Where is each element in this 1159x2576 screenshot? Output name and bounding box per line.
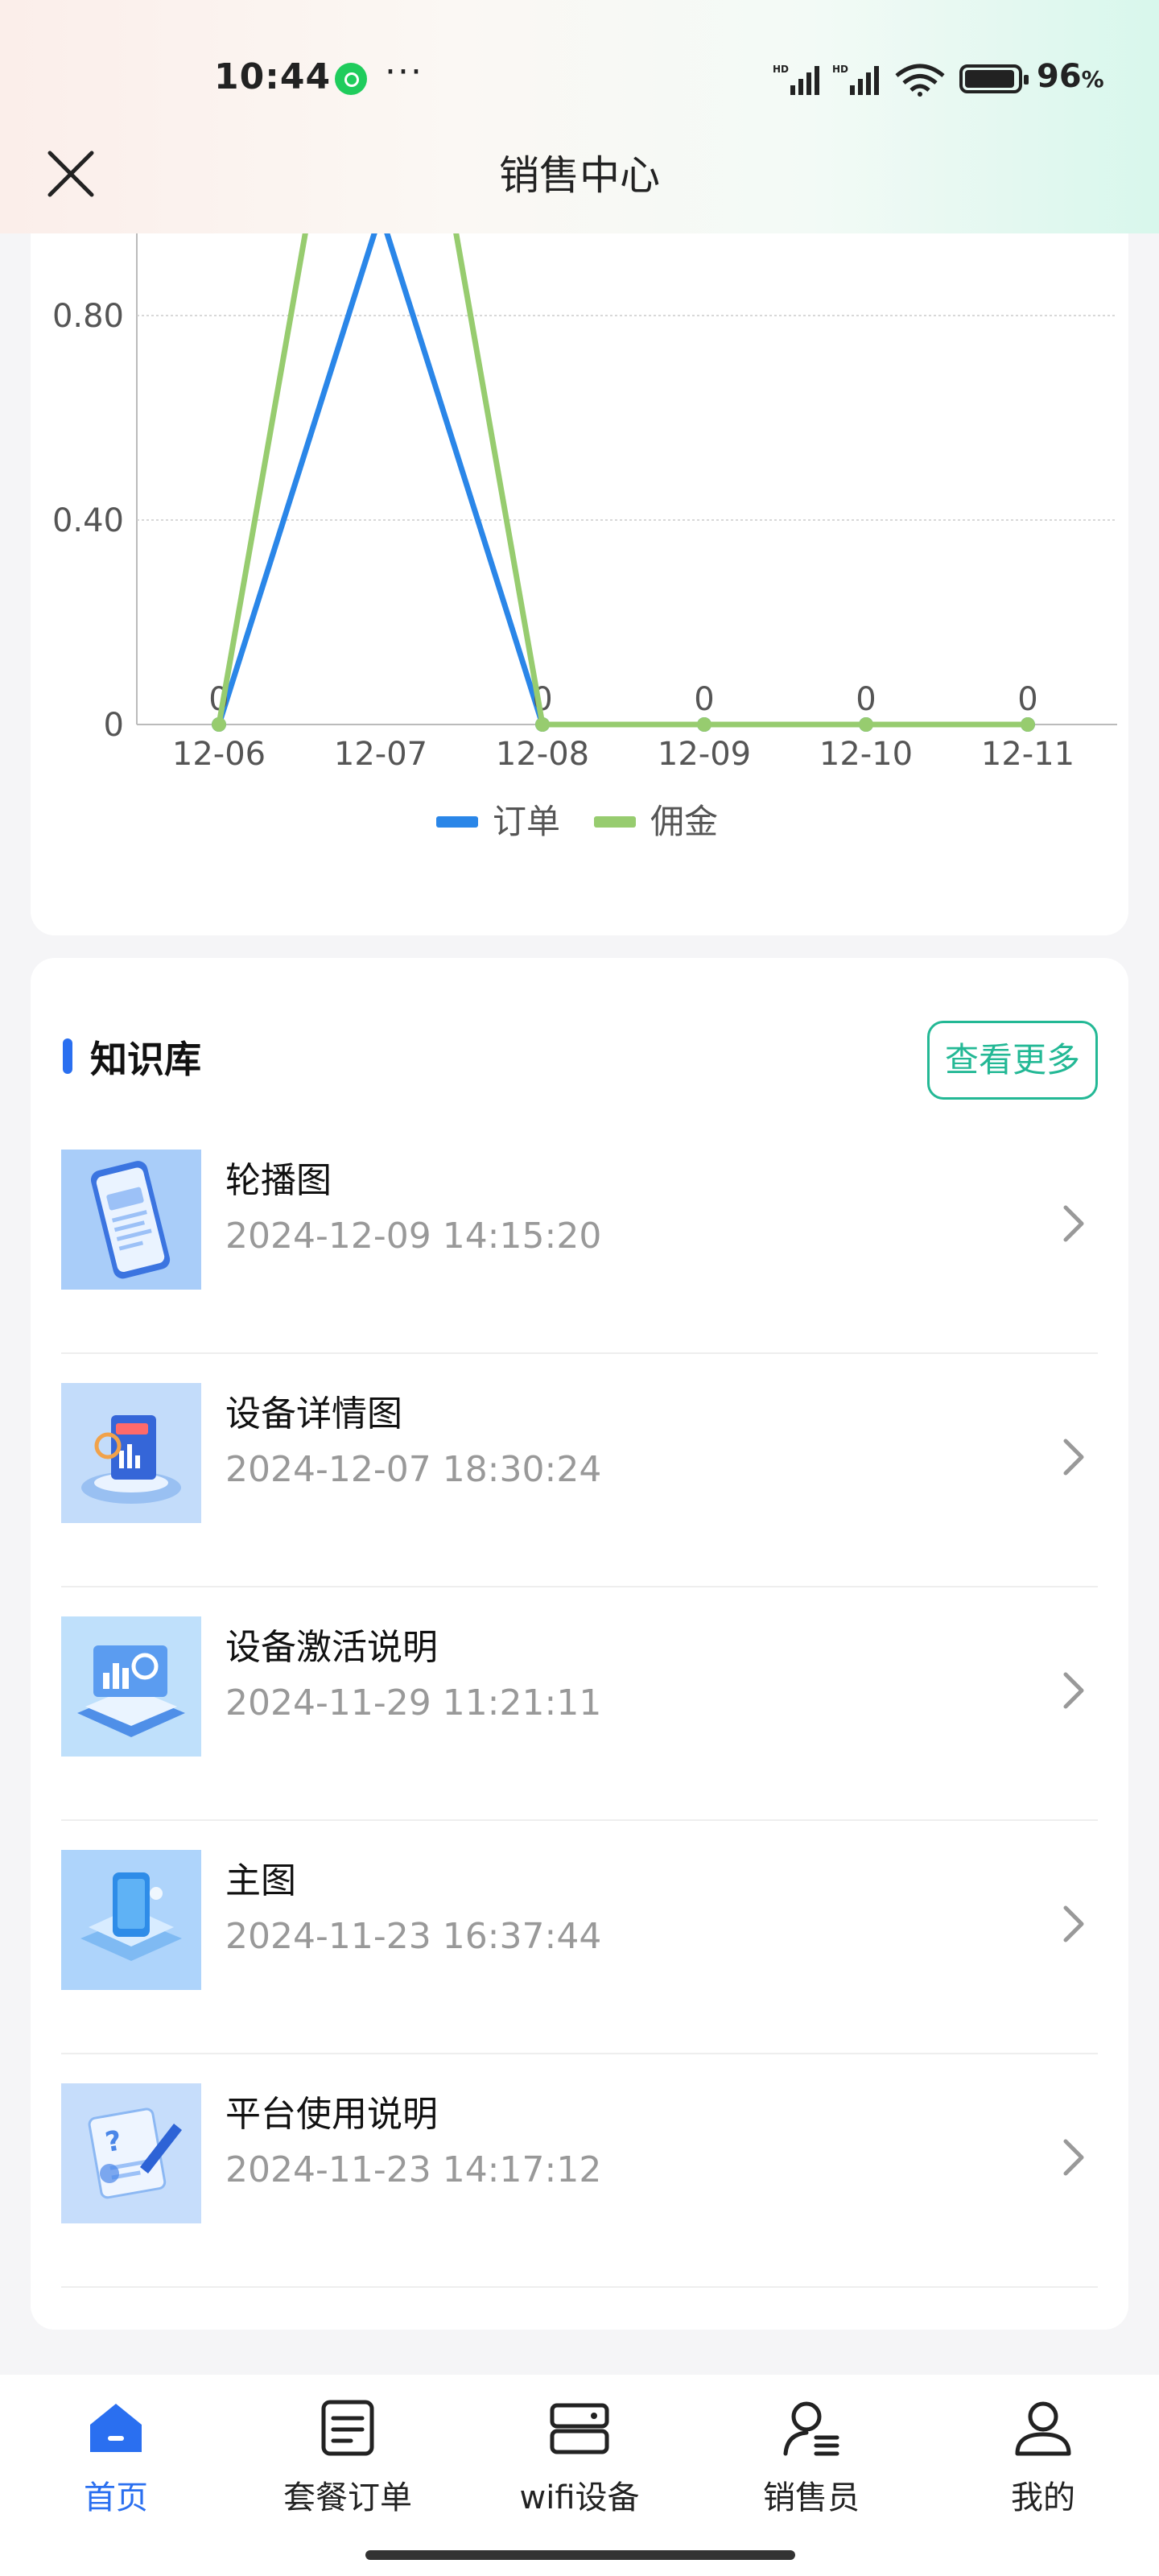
knowledge-item[interactable]: 设备激活说明 2024-11-29 11:21:11 <box>61 1586 1098 1821</box>
legend-label: 订单 <box>493 802 560 841</box>
signal-icon: HD <box>832 64 879 95</box>
bottom-tab-bar: 首页 套餐订单 wifi设备 销售员 我的 <box>0 2375 1159 2576</box>
series-line <box>216 233 1028 728</box>
tab-label: 套餐订单 <box>283 2479 412 2516</box>
tab-home[interactable]: 首页 <box>0 2375 232 2520</box>
signal-icon: HD <box>773 64 819 95</box>
data-point <box>535 717 550 732</box>
knowledge-base-card: 知识库 查看更多 轮播图 2024-12-09 14:15:20 设备详情图 2… <box>31 958 1128 2330</box>
device-new-icon <box>61 1383 201 1523</box>
tab-label: 我的 <box>1011 2479 1075 2516</box>
phone-document-icon <box>61 1150 201 1290</box>
tab-salesperson[interactable]: 销售员 <box>695 2375 927 2520</box>
tab-label: 销售员 <box>763 2479 860 2516</box>
data-label: 0 <box>694 681 714 718</box>
item-title: 设备激活说明 <box>225 1627 438 1668</box>
item-title: 轮播图 <box>225 1160 332 1201</box>
section-title: 知识库 <box>90 1038 201 1081</box>
stats-chart-card: 00.400.801.201.6012-0612-0712-0812-0912-… <box>31 233 1128 935</box>
item-date: 2024-12-09 14:15:20 <box>225 1216 602 1257</box>
x-tick-label: 12-09 <box>658 736 751 773</box>
order-icon <box>321 2400 374 2456</box>
tab-label: 首页 <box>84 2479 148 2516</box>
data-point <box>1021 717 1035 732</box>
knowledge-item[interactable]: ? 平台使用说明 2024-11-23 14:17:12 <box>61 2053 1098 2288</box>
document-pen-icon: ? <box>61 2083 201 2223</box>
user-icon <box>1015 2401 1071 2456</box>
legend-swatch <box>436 816 478 828</box>
status-more: ··· <box>385 52 423 93</box>
section-accent-bar <box>63 1038 72 1074</box>
page-title: 销售中心 <box>499 152 660 199</box>
chevron-right-icon <box>1063 1672 1084 1709</box>
y-tick-label: 0.40 <box>52 502 124 539</box>
x-tick-label: 12-07 <box>334 736 427 773</box>
analytics-icon <box>61 1616 201 1757</box>
svg-text:HD: HD <box>773 64 789 75</box>
series-line <box>216 233 1028 728</box>
chevron-right-icon <box>1063 1905 1084 1942</box>
legend-swatch <box>594 816 636 828</box>
item-date: 2024-11-23 14:17:12 <box>225 2149 602 2190</box>
chevron-right-icon <box>1063 1205 1084 1242</box>
salesperson-icon <box>783 2401 839 2456</box>
item-title: 平台使用说明 <box>225 2094 438 2135</box>
data-label: 0 <box>1017 681 1037 718</box>
data-point <box>697 717 711 732</box>
tab-mine[interactable]: 我的 <box>927 2375 1159 2520</box>
wifi-device-icon <box>550 2403 609 2454</box>
knowledge-item[interactable]: 主图 2024-11-23 16:37:44 <box>61 1819 1098 2054</box>
wifi-icon <box>895 64 945 97</box>
status-time: 10:44 <box>214 56 332 97</box>
x-tick-label: 12-10 <box>819 736 913 773</box>
item-date: 2024-12-07 18:30:24 <box>225 1449 602 1490</box>
data-point <box>859 717 873 732</box>
chevron-right-icon <box>1063 2139 1084 2176</box>
item-title: 主图 <box>225 1860 296 1901</box>
app-notification-icon <box>335 63 367 95</box>
svg-text:HD: HD <box>832 64 848 75</box>
data-point <box>212 717 226 732</box>
chevron-right-icon <box>1063 1439 1084 1476</box>
home-indicator <box>365 2550 795 2560</box>
view-more-button[interactable]: 查看更多 <box>927 1021 1098 1100</box>
battery-percent: 96% <box>1037 58 1104 95</box>
item-date: 2024-11-23 16:37:44 <box>225 1916 602 1957</box>
line-chart: 00.400.801.201.6012-0612-0712-0812-0912-… <box>52 233 1117 841</box>
data-label: 0 <box>856 681 876 718</box>
tablet-layers-icon <box>61 1850 201 1990</box>
x-tick-label: 12-11 <box>981 736 1074 773</box>
item-title: 设备详情图 <box>225 1393 402 1435</box>
status-bar: 10:44 ··· HD HD 96% <box>0 0 1159 161</box>
x-tick-label: 12-08 <box>496 736 589 773</box>
tab-package-orders[interactable]: 套餐订单 <box>232 2375 464 2520</box>
knowledge-item[interactable]: 设备详情图 2024-12-07 18:30:24 <box>61 1352 1098 1587</box>
legend-label: 佣金 <box>650 802 718 841</box>
knowledge-item[interactable]: 轮播图 2024-12-09 14:15:20 <box>61 1119 1098 1354</box>
tab-label: wifi设备 <box>519 2479 640 2516</box>
y-tick-label: 0.80 <box>52 298 124 335</box>
tab-wifi-devices[interactable]: wifi设备 <box>464 2375 695 2520</box>
home-icon <box>90 2404 142 2452</box>
battery-icon <box>959 64 1029 93</box>
x-tick-label: 12-06 <box>172 736 266 773</box>
item-date: 2024-11-29 11:21:11 <box>225 1682 602 1724</box>
y-tick-label: 0 <box>104 707 124 744</box>
